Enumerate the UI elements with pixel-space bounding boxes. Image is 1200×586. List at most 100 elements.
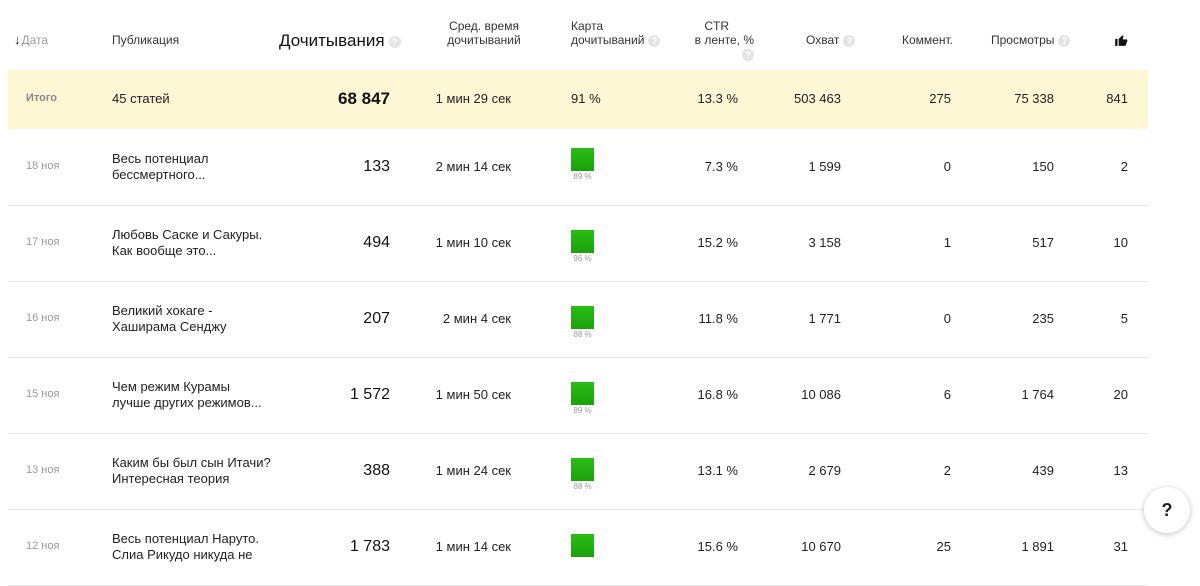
row-views: 1 764 — [1021, 387, 1054, 402]
row-reads: 494 — [363, 234, 390, 251]
column-ctr-header[interactable]: CTR в ленте, %? — [680, 19, 754, 61]
row-map[interactable]: 88 % — [571, 306, 594, 339]
row-map-pct: 89 % — [573, 406, 592, 415]
row-avg-time: 1 мин 10 сек — [435, 235, 511, 250]
row-views: 150 — [1032, 159, 1054, 174]
row-date: 17 ноя — [26, 236, 60, 248]
total-ctr: 13.3 % — [697, 91, 738, 106]
row-views: 439 — [1032, 463, 1054, 478]
question-circle-icon[interactable]: ? — [843, 34, 856, 47]
column-views-header[interactable]: Просмотры? — [991, 33, 1071, 47]
row-map[interactable]: 89 % — [571, 148, 594, 181]
total-reads: 68 847 — [338, 89, 390, 108]
stats-table: ↓Дата Публикация Дочитывания? Сред. врем… — [8, 0, 1148, 586]
help-button[interactable]: ? — [1144, 487, 1190, 533]
row-date: 18 ноя — [26, 160, 60, 172]
table-row[interactable]: 12 ноя Весь потенциал Наруто. Слиа Рикудо… — [8, 510, 1148, 586]
column-likes-header[interactable] — [1114, 33, 1128, 47]
total-views: 75 338 — [1014, 91, 1054, 106]
row-ctr: 7.3 % — [704, 159, 738, 174]
row-reach: 10 670 — [801, 539, 841, 554]
column-reach-header[interactable]: Охват? — [806, 33, 856, 47]
question-circle-icon[interactable]: ? — [1058, 34, 1071, 47]
row-reach: 2 679 — [808, 463, 841, 478]
row-map-pct: 88 % — [573, 330, 592, 339]
thumb-up-icon — [1115, 35, 1128, 46]
read-map-square — [571, 148, 594, 171]
row-views: 517 — [1032, 235, 1054, 250]
row-ctr: 11.8 % — [698, 311, 738, 326]
read-map-square — [571, 382, 594, 405]
total-map: 91 % — [571, 91, 601, 106]
total-articles: 45 статей — [112, 91, 170, 106]
column-comments-header[interactable]: Коммент. — [902, 33, 953, 47]
row-reads: 207 — [363, 310, 390, 327]
row-reads: 388 — [363, 462, 390, 479]
total-likes: 841 — [1106, 91, 1128, 106]
column-publication-header[interactable]: Публикация — [112, 33, 179, 47]
row-avg-time: 2 мин 4 сек — [442, 311, 511, 326]
read-map-square — [571, 230, 594, 253]
row-title-link[interactable]: Каким бы был сын Итачи? Интересная теория — [112, 455, 282, 487]
row-comments: 2 — [943, 463, 951, 478]
row-comments: 6 — [943, 387, 951, 402]
table-row[interactable]: 17 ноя Любовь Саске и Сакуры. Как вообще … — [8, 206, 1148, 282]
total-comments: 275 — [929, 91, 951, 106]
row-likes: 13 — [1113, 463, 1128, 478]
row-comments: 1 — [943, 235, 951, 250]
row-map[interactable]: 89 % — [571, 382, 594, 415]
row-reach: 3 158 — [808, 235, 841, 250]
question-circle-icon[interactable]: ? — [742, 48, 754, 61]
row-ctr: 13.1 % — [697, 463, 738, 478]
row-likes: 5 — [1120, 311, 1128, 326]
row-reads: 133 — [363, 158, 390, 175]
row-title-link[interactable]: Чем режим Курамы лучше других режимов... — [112, 379, 282, 411]
row-ctr: 16.8 % — [697, 387, 738, 402]
row-likes: 31 — [1113, 539, 1128, 554]
row-likes: 10 — [1113, 235, 1128, 250]
total-avg-time: 1 мин 29 сек — [435, 91, 511, 106]
row-map[interactable]: 96 % — [571, 230, 594, 263]
column-date-header[interactable]: ↓Дата — [14, 32, 48, 48]
row-avg-time: 1 мин 24 сек — [435, 463, 511, 478]
row-ctr: 15.2 % — [697, 235, 738, 250]
row-map[interactable] — [571, 534, 594, 558]
row-reach: 1 599 — [808, 159, 841, 174]
row-comments: 0 — [943, 159, 951, 174]
row-map[interactable]: 88 % — [571, 458, 594, 491]
table-row[interactable]: 15 ноя Чем режим Курамы лучше других режи… — [8, 358, 1148, 434]
row-views: 235 — [1032, 311, 1054, 326]
row-title-link[interactable]: Любовь Саске и Сакуры. Как вообще это... — [112, 227, 282, 259]
row-title-link[interactable]: Весь потенциал Наруто. Слиа Рикудо никуда… — [112, 531, 282, 563]
row-date: 13 ноя — [26, 464, 60, 476]
total-reach: 503 463 — [794, 91, 841, 106]
row-likes: 2 — [1120, 159, 1128, 174]
row-title-link[interactable]: Великий хокаге - Хаширама Сенджу — [112, 303, 282, 335]
table-row[interactable]: 16 ноя Великий хокаге - Хаширама Сенджу 2… — [8, 282, 1148, 358]
table-body: 18 ноя Весь потенциал бессмертного... 133… — [8, 130, 1148, 586]
total-label: Итого — [26, 92, 58, 104]
row-reads: 1 783 — [349, 538, 390, 555]
row-reads: 1 572 — [349, 386, 390, 403]
column-avg-time-header[interactable]: Сред. время дочитываний — [432, 19, 536, 47]
row-reach: 10 086 — [801, 387, 841, 402]
row-date: 12 ноя — [26, 540, 60, 552]
read-map-square — [571, 306, 594, 329]
table-row[interactable]: 13 ноя Каким бы был сын Итачи? Интересная… — [8, 434, 1148, 510]
question-circle-icon[interactable]: ? — [648, 34, 661, 47]
question-circle-icon[interactable]: ? — [388, 35, 401, 48]
row-likes: 20 — [1113, 387, 1128, 402]
row-avg-time: 1 мин 14 сек — [435, 539, 511, 554]
table-header: ↓Дата Публикация Дочитывания? Сред. врем… — [8, 0, 1148, 70]
row-reach: 1 771 — [808, 311, 841, 326]
table-row[interactable]: 18 ноя Весь потенциал бессмертного... 133… — [8, 130, 1148, 206]
arrow-down-icon: ↓ — [14, 32, 21, 47]
row-avg-time: 1 мин 50 сек — [435, 387, 511, 402]
row-avg-time: 2 мин 14 сек — [435, 159, 511, 174]
column-reads-header[interactable]: Дочитывания? — [279, 31, 401, 51]
column-map-header[interactable]: Карта дочитываний? — [571, 19, 661, 47]
row-views: 1 891 — [1021, 539, 1054, 554]
row-map-pct: 88 % — [573, 482, 592, 491]
row-date: 15 ноя — [26, 388, 60, 400]
row-title-link[interactable]: Весь потенциал бессмертного... — [112, 151, 282, 183]
